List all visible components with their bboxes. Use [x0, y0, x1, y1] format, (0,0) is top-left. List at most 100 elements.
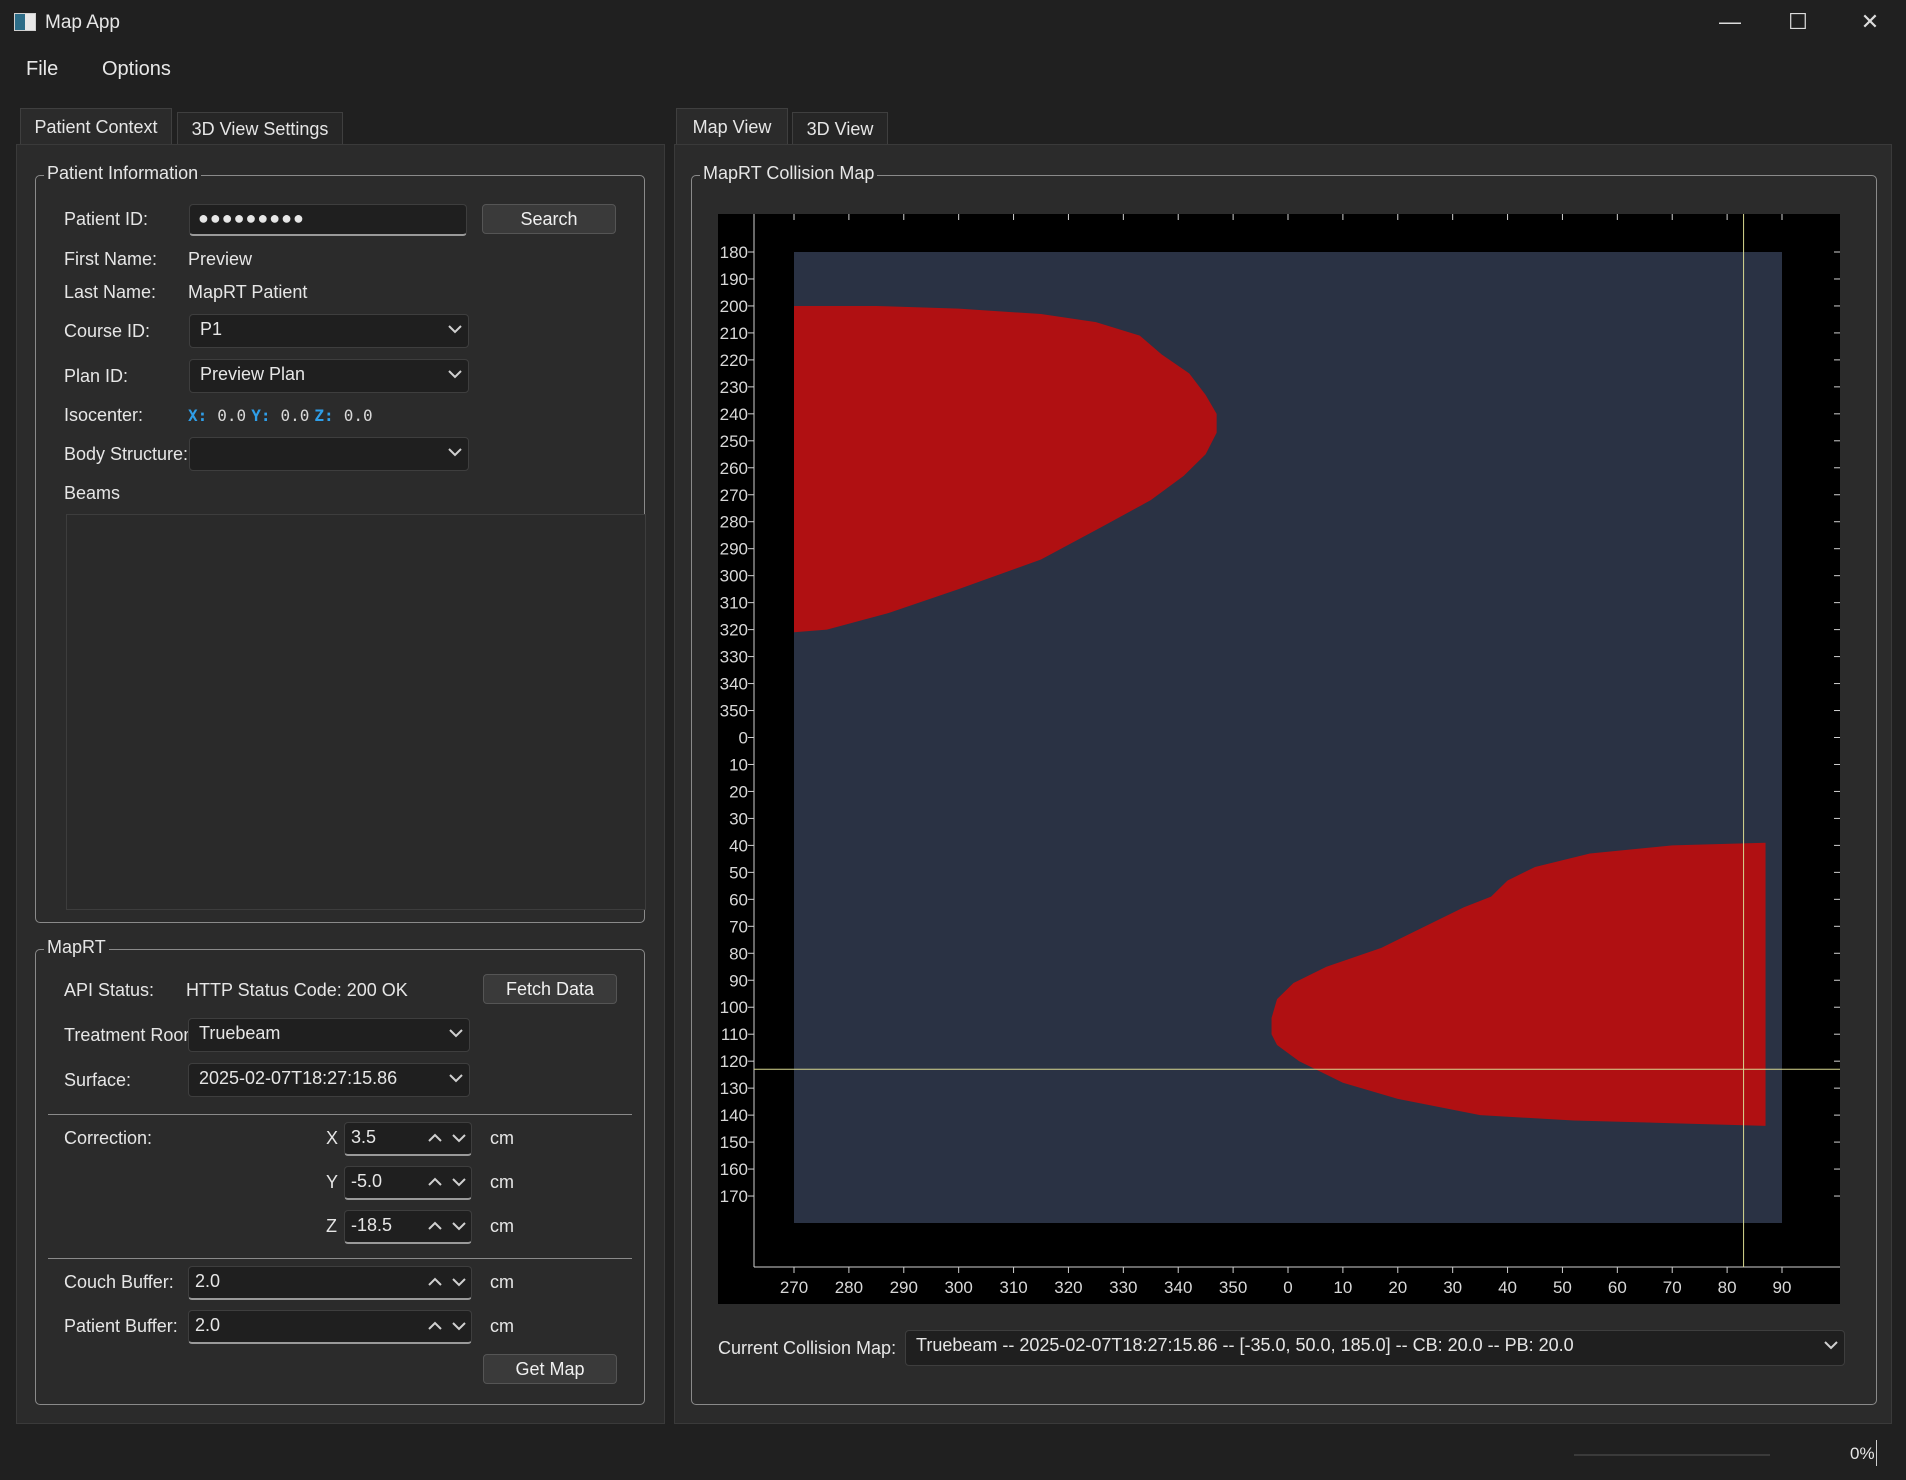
y-tick-label: 210: [720, 324, 748, 343]
y-tick-label: 200: [720, 297, 748, 316]
y-tick-label: 70: [729, 917, 748, 936]
x-tick-label: 270: [780, 1278, 808, 1297]
x-tick-label: 290: [890, 1278, 918, 1297]
iso-y-key: Y:: [251, 406, 271, 425]
surface-label: Surface:: [64, 1070, 132, 1090]
couch-buffer-value: 2.0: [195, 1271, 221, 1291]
spin-arrows-icon[interactable]: [425, 1215, 469, 1237]
plan-id-select[interactable]: Preview Plan: [189, 359, 469, 393]
y-tick-label: 130: [720, 1079, 748, 1098]
chevron-down-icon: [448, 448, 462, 457]
window-title: Map App: [45, 12, 120, 33]
y-tick-label: 80: [729, 944, 748, 963]
progress-text: 0%: [1850, 1444, 1875, 1463]
x-tick-label: 0: [1283, 1278, 1292, 1297]
patient-id-field[interactable]: ●●●●●●●●●: [189, 204, 467, 236]
beams-list[interactable]: [66, 514, 646, 910]
y-tick-label: 220: [720, 351, 748, 370]
group-title: MapRT: [44, 937, 109, 958]
x-tick-label: 80: [1718, 1278, 1737, 1297]
couch-buffer-label: Couch Buffer:: [64, 1272, 174, 1292]
x-tick-label: 320: [1054, 1278, 1082, 1297]
correction-x-value: 3.5: [351, 1127, 377, 1147]
spin-arrows-icon[interactable]: [425, 1271, 469, 1293]
y-tick-label: 140: [720, 1106, 748, 1125]
patient-context-pane: Patient Information Patient ID: ●●●●●●●●…: [16, 144, 665, 1424]
iso-x-key: X:: [188, 406, 208, 425]
x-tick-label: 20: [1388, 1278, 1407, 1297]
menu-options[interactable]: Options: [102, 58, 171, 81]
search-button[interactable]: Search: [482, 204, 616, 234]
spin-arrows-icon[interactable]: [425, 1127, 469, 1149]
collision-map-plot[interactable]: 270 280 290 300 310 320 330 340 350 0 10 20 30 40 50 60…: [718, 214, 1840, 1304]
x-tick-label: 10: [1333, 1278, 1352, 1297]
x-tick-label: 350: [1219, 1278, 1247, 1297]
y-tick-label: 100: [720, 998, 748, 1017]
y-tick-label: 10: [729, 755, 748, 774]
y-tick-label: 240: [720, 405, 748, 424]
separator: [48, 1114, 632, 1115]
x-tick-label: 310: [999, 1278, 1027, 1297]
correction-x-spinbox[interactable]: 3.5: [344, 1122, 472, 1156]
api-status-label: API Status:: [64, 980, 155, 1000]
tab-3d-view[interactable]: 3D View: [792, 112, 888, 146]
spin-arrows-icon[interactable]: [425, 1171, 469, 1193]
couch-buffer-unit: cm: [490, 1272, 514, 1292]
current-collision-map-select[interactable]: Truebeam -- 2025-02-07T18:27:15.86 -- [-…: [905, 1330, 1845, 1366]
y-tick-label: 310: [720, 594, 748, 613]
last-name-label: Last Name:: [64, 282, 157, 302]
course-id-select[interactable]: P1: [189, 314, 469, 348]
isocenter-label: Isocenter:: [64, 405, 144, 425]
status-divider: [1876, 1440, 1877, 1466]
y-tick-label: 170: [720, 1187, 748, 1206]
spin-arrows-icon[interactable]: [425, 1315, 469, 1337]
treatment-room-value: Truebeam: [199, 1023, 281, 1043]
x-tick-label: 340: [1164, 1278, 1192, 1297]
tab-patient-context[interactable]: Patient Context: [20, 108, 172, 146]
correction-x-unit: cm: [490, 1128, 514, 1148]
chevron-down-icon: [448, 325, 462, 334]
correction-y-spinbox[interactable]: -5.0: [344, 1166, 472, 1200]
surface-value: 2025-02-07T18:27:15.86: [199, 1068, 398, 1088]
tab-3d-view-settings[interactable]: 3D View Settings: [177, 112, 343, 146]
surface-select[interactable]: 2025-02-07T18:27:15.86: [188, 1063, 470, 1097]
correction-z-value: -18.5: [351, 1215, 393, 1235]
collision-map-group: MapRT Collision Map 270 280 290 300 310 320 33…: [691, 163, 1877, 1405]
tab-map-view[interactable]: Map View: [676, 108, 788, 146]
plan-id-value: Preview Plan: [200, 364, 306, 384]
maximize-icon[interactable]: ☐: [1764, 4, 1832, 40]
get-map-button[interactable]: Get Map: [483, 1354, 617, 1384]
title-bar[interactable]: Map App — ☐ ✕: [0, 0, 1906, 44]
treatment-room-label: Treatment Room:: [64, 1025, 204, 1045]
beams-label: Beams: [64, 483, 121, 503]
body-structure-label: Body Structure:: [64, 444, 189, 464]
y-tick-label: 20: [729, 782, 748, 801]
map-view-pane: MapRT Collision Map 270 280 290 300 310 320 33…: [674, 144, 1892, 1424]
patient-information-group: Patient Information Patient ID: ●●●●●●●●…: [35, 163, 646, 923]
couch-buffer-spinbox[interactable]: 2.0: [188, 1266, 472, 1300]
correction-z-spinbox[interactable]: -18.5: [344, 1210, 472, 1244]
close-icon[interactable]: ✕: [1836, 4, 1904, 40]
y-tick-label: 60: [729, 890, 748, 909]
body-structure-select[interactable]: [189, 437, 469, 471]
y-tick-label: 50: [729, 863, 748, 882]
minimize-icon[interactable]: —: [1696, 4, 1764, 40]
y-tick-label: 30: [729, 809, 748, 828]
group-title: MapRT Collision Map: [700, 163, 878, 184]
progress-bar: [1574, 1454, 1770, 1456]
y-tick-label: 350: [720, 702, 748, 721]
y-tick-label: 190: [720, 270, 748, 289]
patient-buffer-label: Patient Buffer:: [64, 1316, 178, 1336]
treatment-room-select[interactable]: Truebeam: [188, 1018, 470, 1052]
menu-file[interactable]: File: [26, 58, 58, 81]
last-name-value: MapRT Patient: [188, 282, 308, 302]
first-name-value: Preview: [188, 249, 253, 269]
separator: [48, 1258, 632, 1259]
patient-buffer-spinbox[interactable]: 2.0: [188, 1310, 472, 1344]
maprt-group: MapRT API Status: HTTP Status Code: 200 …: [35, 937, 645, 1405]
iso-z-key: Z:: [314, 406, 334, 425]
course-id-label: Course ID:: [64, 321, 151, 341]
fetch-data-button[interactable]: Fetch Data: [483, 974, 617, 1004]
app-icon: [14, 13, 36, 31]
chevron-down-icon: [448, 370, 462, 379]
